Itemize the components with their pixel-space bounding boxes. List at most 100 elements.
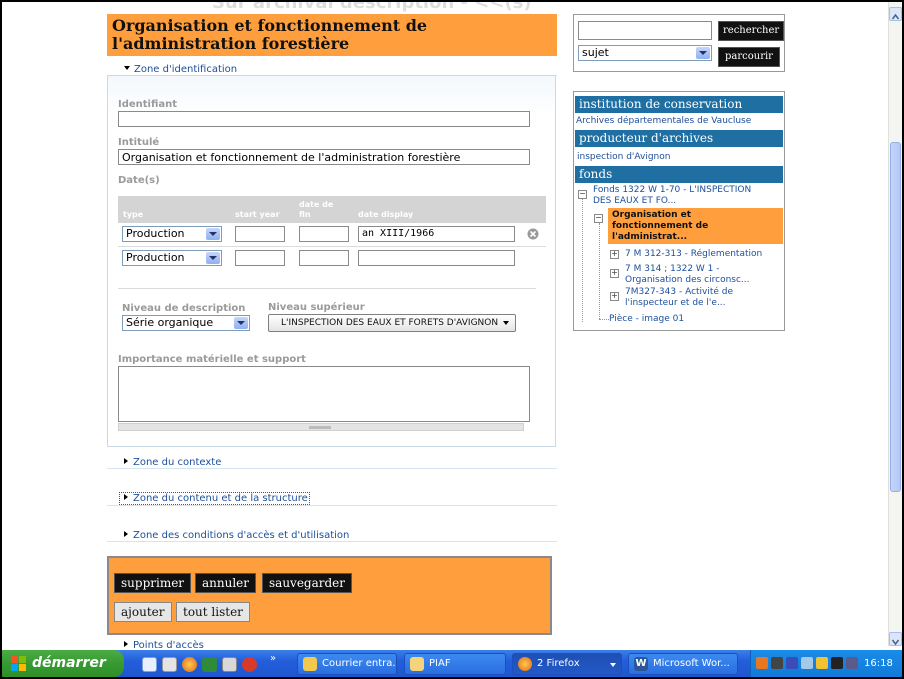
divider (107, 468, 557, 469)
quicklaunch-firefox-icon[interactable] (182, 657, 197, 672)
tree-current-line3: l'administrat... (612, 232, 688, 242)
tree-piece-link[interactable]: Pièce - image 01 (609, 314, 684, 324)
tree-child-1[interactable]: 7 M 312-313 - Réglementation (625, 249, 762, 259)
tree-collapse-icon[interactable]: − (578, 190, 587, 199)
annuler-button[interactable]: annuler (195, 573, 257, 593)
collapsed-triangle-icon (124, 494, 128, 500)
niveau-superieur-button[interactable]: L'INSPECTION DES EAUX ET FORETS D'AVIGNO… (268, 314, 516, 332)
scroll-up-button[interactable] (889, 7, 902, 21)
tree-child-3[interactable]: 7M327-343 - Activité de l'inspecteur et d… (625, 287, 733, 309)
divider (107, 505, 557, 506)
fonds-heading: fonds (575, 166, 783, 183)
supprimer-button[interactable]: supprimer (114, 573, 192, 593)
parcourir-button[interactable]: parcourir (718, 47, 780, 67)
tray-icon[interactable] (801, 657, 813, 669)
close-circle-icon[interactable] (527, 228, 539, 240)
zone-conditions-label: Zone des conditions d'accès et d'utilisa… (133, 530, 350, 541)
divider (118, 288, 536, 289)
tree-current-node[interactable]: Organisation et fonctionnement de l'admini… (608, 208, 783, 244)
identifiant-input[interactable] (118, 111, 530, 127)
scroll-thumb[interactable] (890, 142, 901, 492)
outlook-icon (303, 657, 317, 671)
tree-line (599, 319, 609, 320)
tray-icon[interactable] (846, 657, 858, 669)
tree-child-2-line1: 7 M 314 ; 1322 W 1 - (625, 264, 720, 274)
tree-expand-icon[interactable]: + (610, 269, 619, 278)
end-date-input[interactable] (299, 250, 349, 266)
importance-textarea[interactable] (118, 366, 530, 422)
producteur-link[interactable]: inspection d'Avignon (577, 152, 670, 162)
niveau-description-select[interactable]: Série organique (122, 315, 250, 331)
tray-icon[interactable] (771, 657, 783, 669)
taskbar-item-label: Courrier entra... (322, 658, 397, 669)
taskbar-item-courrier[interactable]: Courrier entra... (297, 653, 397, 675)
dates-label: Date(s) (118, 175, 160, 186)
expanded-triangle-icon (124, 66, 130, 70)
taskbar-item-firefox[interactable]: 2 Firefox (512, 653, 622, 675)
collapsed-triangle-icon (124, 531, 128, 537)
niveau-superieur-value: L'INSPECTION DES EAUX ET FORETS D'AVIGNO… (281, 318, 499, 328)
arrow-down-icon (891, 639, 900, 646)
institution-heading: institution de conservation (575, 96, 783, 113)
tree-root-line1: Fonds 1322 W 1-70 - L'INSPECTION (593, 185, 752, 195)
quicklaunch-desktop-icon[interactable] (162, 657, 177, 672)
sauvegarder-button[interactable]: sauvegarder (262, 573, 353, 593)
zone-contexte-toggle[interactable]: Zone du contexte (124, 457, 221, 468)
dropdown-arrow-icon (610, 663, 616, 667)
taskbar-item-piaf[interactable]: PIAF (404, 653, 506, 675)
start-year-input[interactable] (235, 226, 285, 242)
date-display-input[interactable]: an XIII/1966 (358, 226, 515, 242)
quicklaunch-more-icon[interactable]: » (270, 653, 276, 664)
institution-link[interactable]: Archives départementales de Vaucluse (576, 116, 751, 126)
zone-contenu-label: Zone du contenu et de la structure (133, 493, 308, 504)
tree-expand-icon[interactable]: + (610, 250, 619, 259)
word-icon: W (634, 657, 648, 671)
niveau-superieur-label: Niveau supérieur (268, 302, 365, 313)
tree-root-fonds[interactable]: Fonds 1322 W 1-70 - L'INSPECTION DES EAUX… (593, 185, 751, 207)
taskbar-item-word[interactable]: W Microsoft Wor... (628, 653, 738, 675)
date-type-select[interactable]: Production (122, 226, 222, 242)
search-input[interactable] (578, 21, 712, 40)
collapsed-triangle-icon (124, 458, 128, 464)
tout-lister-button[interactable]: tout lister (176, 602, 250, 622)
quicklaunch-app-icon[interactable] (222, 657, 237, 672)
date-display-input[interactable] (358, 250, 515, 266)
zone-identification-label: Zone d'identification (134, 64, 238, 75)
tree-current-line1: Organisation et (612, 210, 692, 220)
tree-child-2[interactable]: 7 M 314 ; 1322 W 1 - Organisation des cir… (625, 264, 750, 286)
zone-identification-toggle[interactable]: Zone d'identification (124, 64, 237, 75)
zone-contenu-toggle[interactable]: Zone du contenu et de la structure (119, 492, 310, 505)
quicklaunch-app-icon[interactable] (242, 657, 257, 672)
date-type-value: Production (126, 251, 185, 264)
intitule-input[interactable]: Organisation et fonctionnement de l'admi… (118, 149, 530, 165)
textarea-resize-handle[interactable] (118, 423, 524, 431)
scroll-down-button[interactable] (889, 632, 902, 646)
tree-expand-icon[interactable]: + (610, 292, 619, 301)
start-year-input[interactable] (235, 250, 285, 266)
windows-flag-icon (11, 656, 26, 671)
tray-icon[interactable] (816, 657, 828, 669)
quicklaunch-ie-icon[interactable] (142, 657, 157, 672)
taskbar-item-label: PIAF (429, 658, 451, 669)
col-end-date-line1: date de (299, 200, 334, 209)
tree-collapse-icon[interactable]: − (594, 214, 603, 223)
tray-icon[interactable] (786, 657, 798, 669)
search-type-select[interactable]: sujet (578, 45, 712, 61)
divider (107, 541, 557, 542)
dropdown-arrow-icon (696, 47, 710, 59)
col-start-year: start year (235, 210, 280, 219)
collapsed-triangle-icon (124, 641, 128, 647)
niveau-description-label: Niveau de description (122, 303, 246, 314)
date-type-select[interactable]: Production (122, 250, 222, 266)
quicklaunch-app-icon[interactable] (202, 657, 217, 672)
end-date-input[interactable] (299, 226, 349, 242)
tray-icon[interactable] (831, 657, 843, 669)
page-title: Organisation et fonctionnement de l'admi… (107, 14, 557, 56)
tree-line (582, 196, 583, 322)
ajouter-button[interactable]: ajouter (114, 602, 172, 622)
rechercher-button[interactable]: rechercher (718, 21, 785, 41)
zone-conditions-toggle[interactable]: Zone des conditions d'accès et d'utilisa… (124, 530, 349, 541)
taskbar-item-label: Microsoft Wor... (653, 658, 730, 669)
dropdown-arrow-icon (206, 228, 220, 240)
tray-icon[interactable] (756, 657, 768, 669)
